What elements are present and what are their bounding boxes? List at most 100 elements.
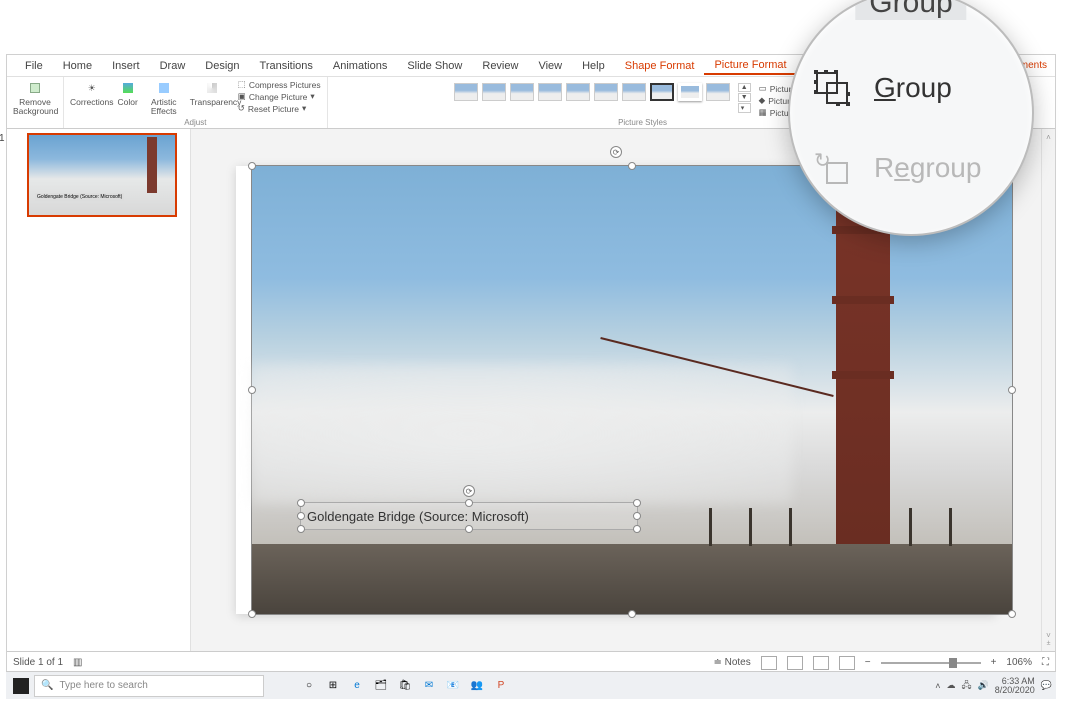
scroll-down-icon[interactable]: ˅ bbox=[1046, 631, 1051, 640]
search-placeholder: Type here to search bbox=[59, 680, 147, 691]
resize-handle[interactable] bbox=[297, 499, 305, 507]
zoom-slider[interactable] bbox=[881, 662, 981, 664]
change-picture-button[interactable]: ▣ Change Picture ▾ bbox=[238, 91, 321, 102]
gallery-down-button[interactable]: ▼ bbox=[738, 93, 751, 102]
tray-chevron-icon[interactable]: ˄ bbox=[935, 681, 940, 691]
tab-home[interactable]: Home bbox=[53, 58, 102, 74]
reading-view-button[interactable] bbox=[813, 656, 829, 670]
zoom-level[interactable]: 106% bbox=[1006, 657, 1032, 668]
menu-item-regroup: Regroup bbox=[814, 150, 981, 186]
windows-taskbar: 🔍 Type here to search ○ ⊞ e 🗂 🛍 ✉ 📧 👥 P … bbox=[6, 671, 1056, 699]
resize-handle[interactable] bbox=[633, 512, 641, 520]
remove-background-button[interactable]: Remove Background bbox=[13, 79, 57, 115]
compress-pictures-button[interactable]: ⬚ Compress Pictures bbox=[238, 79, 321, 90]
reset-icon: ↺ bbox=[238, 103, 245, 114]
artistic-effects-button[interactable]: Artistic Effects bbox=[142, 79, 186, 115]
group-icon bbox=[814, 70, 850, 106]
tab-design[interactable]: Design bbox=[195, 58, 249, 74]
notifications-icon[interactable]: 💬 bbox=[1041, 680, 1052, 691]
explorer-icon[interactable]: 🗂 bbox=[370, 675, 392, 697]
corrections-button[interactable]: ☀Corrections bbox=[70, 79, 113, 107]
start-button[interactable] bbox=[10, 675, 32, 697]
thumb-caption: Goldengate Bridge (Source: Microsoft) bbox=[35, 193, 124, 201]
resize-handle[interactable] bbox=[1008, 386, 1016, 394]
resize-handle[interactable] bbox=[633, 525, 641, 533]
powerpoint-icon[interactable]: P bbox=[490, 675, 512, 697]
volume-icon[interactable]: 🔊 bbox=[978, 680, 989, 691]
brightness-icon: ☀ bbox=[83, 79, 101, 97]
network-icon[interactable]: 🖧 bbox=[961, 678, 971, 694]
color-button[interactable]: Color bbox=[117, 79, 137, 107]
tab-view[interactable]: View bbox=[528, 58, 572, 74]
edge-icon[interactable]: e bbox=[346, 675, 368, 697]
picture-style-item[interactable] bbox=[538, 83, 562, 101]
tab-help[interactable]: Help bbox=[572, 58, 615, 74]
tab-draw[interactable]: Draw bbox=[150, 58, 196, 74]
search-icon: 🔍 bbox=[41, 680, 53, 691]
resize-handle[interactable] bbox=[248, 386, 256, 394]
slide-panel[interactable]: 1 Goldengate Bridge (Source: Microsoft) bbox=[7, 129, 191, 651]
picture-styles-gallery[interactable]: ▲ ▼ ▾ ▭ Picture Border ▾ ◆ Picture Effec… bbox=[454, 79, 832, 118]
transparency-button[interactable]: Transparency bbox=[190, 79, 234, 107]
sorter-view-button[interactable] bbox=[787, 656, 803, 670]
color-icon bbox=[119, 79, 137, 97]
gallery-up-button[interactable]: ▲ bbox=[738, 83, 751, 92]
tab-picture-format[interactable]: Picture Format bbox=[704, 57, 796, 75]
vertical-scrollbar[interactable]: ˄ ˅ ± bbox=[1041, 129, 1055, 651]
zoom-in-button[interactable]: + bbox=[991, 657, 997, 668]
picture-style-item[interactable] bbox=[706, 83, 730, 101]
slideshow-view-button[interactable] bbox=[839, 656, 855, 670]
taskbar-clock[interactable]: 6:33 AM 8/20/2020 bbox=[995, 677, 1035, 695]
tab-animations[interactable]: Animations bbox=[323, 58, 397, 74]
system-tray[interactable]: ˄ ☁ 🖧 🔊 6:33 AM 8/20/2020 💬 bbox=[935, 677, 1052, 695]
notes-button[interactable]: ≐ Notes bbox=[713, 657, 750, 668]
task-view-icon[interactable]: ⊞ bbox=[322, 675, 344, 697]
tab-transitions[interactable]: Transitions bbox=[250, 58, 323, 74]
resize-handle[interactable] bbox=[248, 162, 256, 170]
tab-slideshow[interactable]: Slide Show bbox=[397, 58, 472, 74]
resize-handle[interactable] bbox=[465, 525, 473, 533]
resize-handle[interactable] bbox=[465, 499, 473, 507]
picture-style-item[interactable] bbox=[454, 83, 478, 101]
picture-style-item[interactable] bbox=[482, 83, 506, 101]
resize-handle[interactable] bbox=[633, 499, 641, 507]
outlook-icon[interactable]: 📧 bbox=[442, 675, 464, 697]
status-icon: ▥ bbox=[73, 657, 82, 668]
tab-shape-format[interactable]: Shape Format bbox=[615, 58, 705, 74]
resize-handle[interactable] bbox=[628, 162, 636, 170]
resize-handle[interactable] bbox=[248, 610, 256, 618]
slide-thumbnail[interactable]: Goldengate Bridge (Source: Microsoft) bbox=[27, 133, 177, 217]
teams-icon[interactable]: 👥 bbox=[466, 675, 488, 697]
cortana-icon[interactable]: ○ bbox=[298, 675, 320, 697]
picture-style-item[interactable] bbox=[566, 83, 590, 101]
reset-picture-button[interactable]: ↺ Reset Picture ▾ bbox=[238, 103, 321, 114]
tab-file[interactable]: File bbox=[15, 58, 53, 74]
menu-item-group[interactable]: GGrouproup bbox=[814, 70, 952, 106]
picture-styles-group-label: Picture Styles bbox=[618, 118, 667, 127]
rotate-handle-outer[interactable]: ⟳ bbox=[610, 146, 622, 158]
rotate-handle-textbox[interactable]: ⟳ bbox=[463, 485, 475, 497]
normal-view-button[interactable] bbox=[761, 656, 777, 670]
picture-style-item[interactable] bbox=[678, 83, 702, 101]
zoom-out-button[interactable]: − bbox=[865, 657, 871, 668]
onedrive-icon[interactable]: ☁ bbox=[946, 680, 955, 691]
store-icon[interactable]: 🛍 bbox=[394, 675, 416, 697]
gallery-more-button[interactable]: ▾ bbox=[738, 103, 751, 113]
tab-insert[interactable]: Insert bbox=[102, 58, 150, 74]
picture-style-item[interactable] bbox=[650, 83, 674, 101]
taskbar-search[interactable]: 🔍 Type here to search bbox=[34, 675, 264, 697]
picture-style-item[interactable] bbox=[510, 83, 534, 101]
fit-window-button[interactable]: ⛶ bbox=[1042, 657, 1049, 668]
resize-handle[interactable] bbox=[628, 610, 636, 618]
resize-handle[interactable] bbox=[297, 512, 305, 520]
scroll-up-icon[interactable]: ˄ bbox=[1046, 133, 1051, 142]
slide[interactable]: ⟳ bbox=[236, 166, 996, 614]
tab-review[interactable]: Review bbox=[472, 58, 528, 74]
caption-textbox[interactable]: ⟳ Goldengate Bridge (Source: Microsoft) bbox=[300, 502, 638, 530]
mail-icon[interactable]: ✉ bbox=[418, 675, 440, 697]
effects-icon: ◆ bbox=[759, 95, 766, 106]
picture-style-item[interactable] bbox=[594, 83, 618, 101]
resize-handle[interactable] bbox=[1008, 610, 1016, 618]
resize-handle[interactable] bbox=[297, 525, 305, 533]
picture-style-item[interactable] bbox=[622, 83, 646, 101]
